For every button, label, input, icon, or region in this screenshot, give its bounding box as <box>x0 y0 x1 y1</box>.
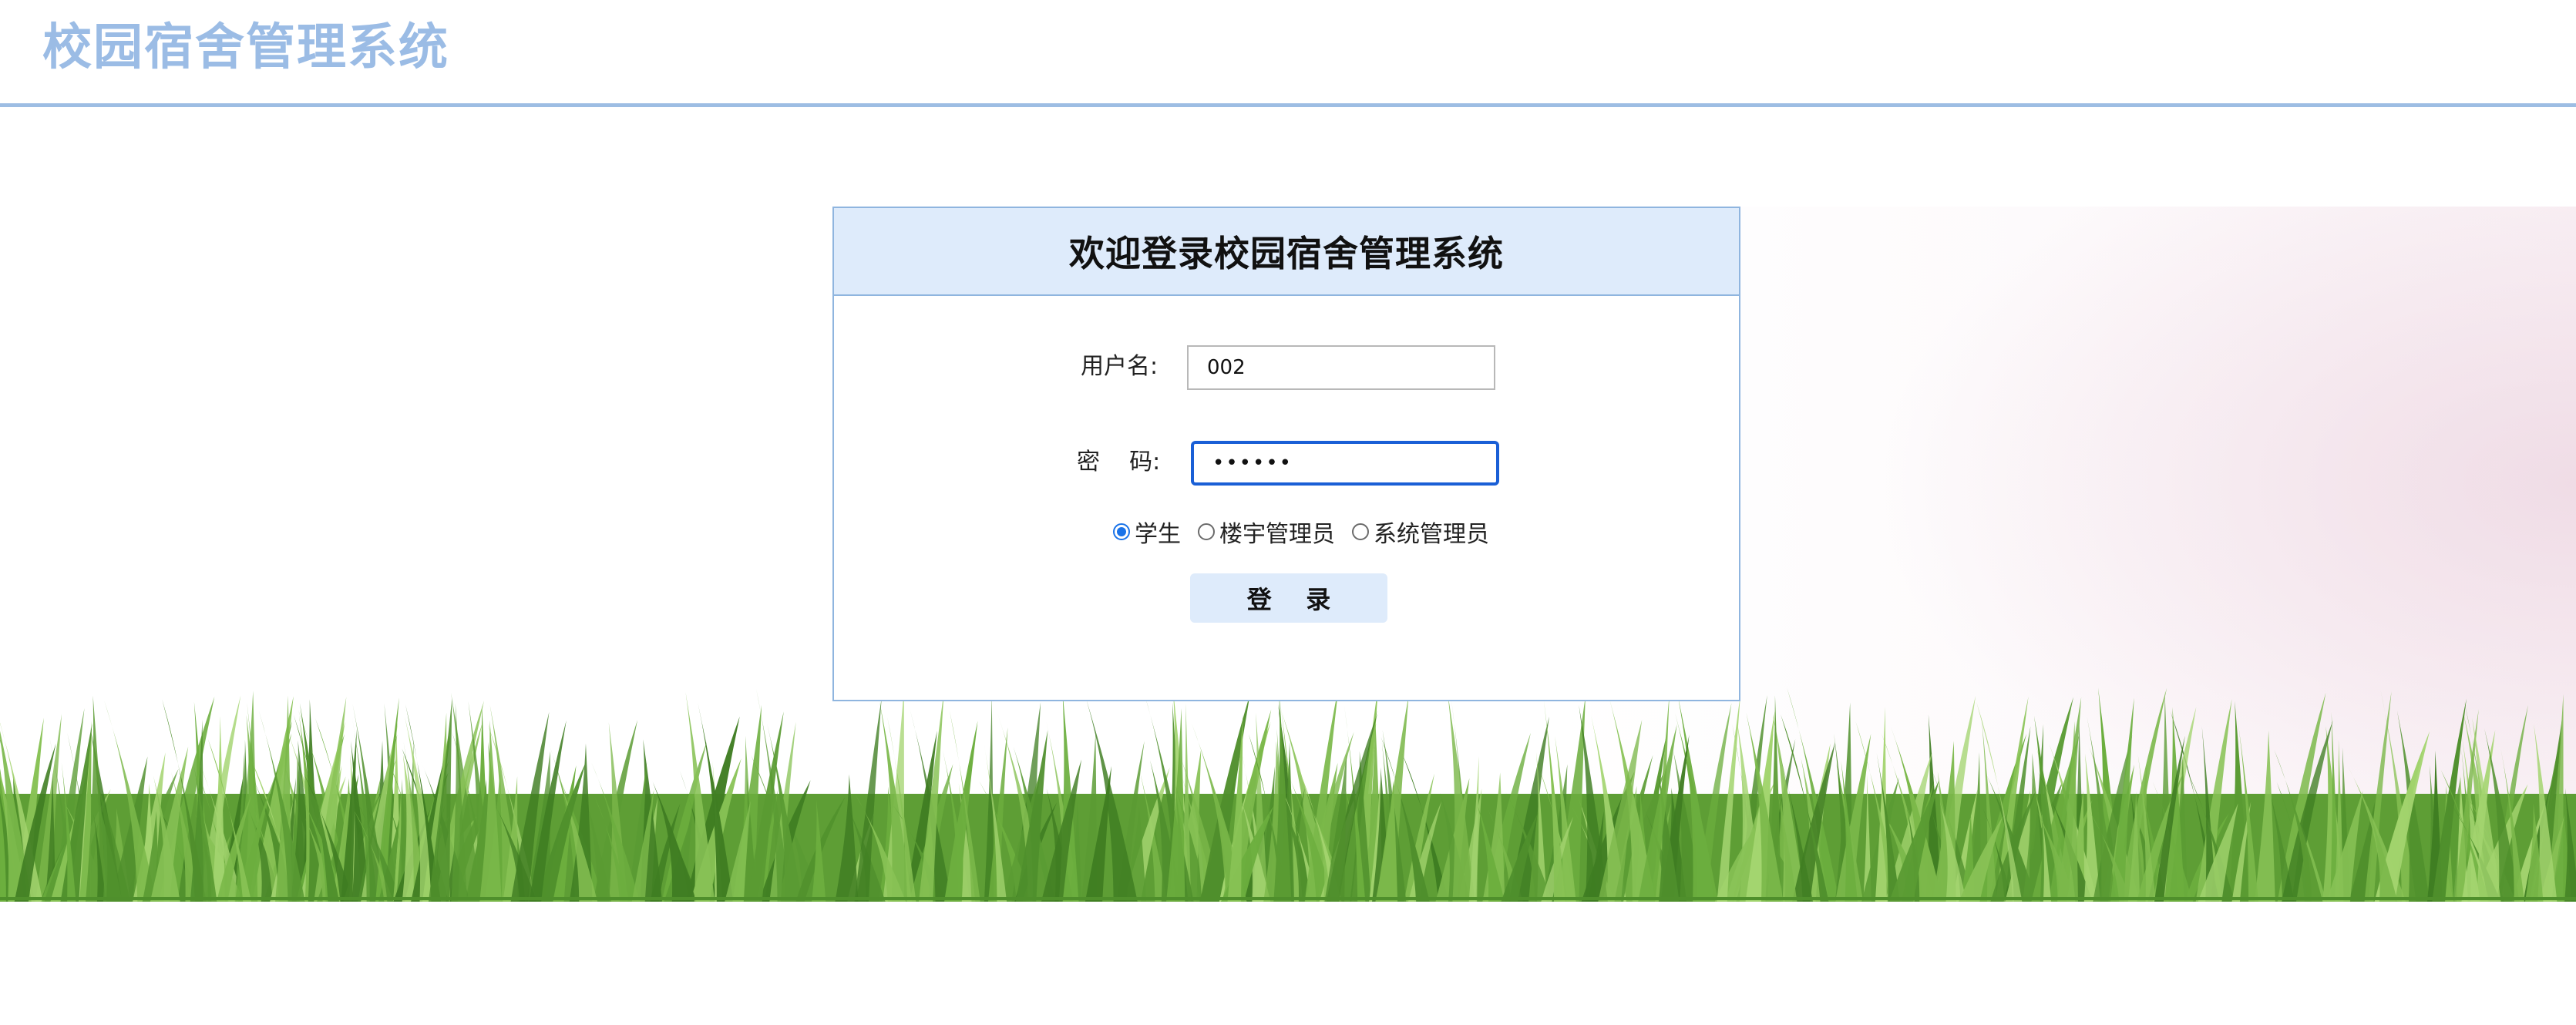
role-selector: 学生 楼宇管理员 系统管理员 <box>1113 515 1506 549</box>
grass-background-image <box>0 686 2576 902</box>
top-header: 校园宿舍管理系统 <box>0 0 2576 107</box>
login-button[interactable]: 登 录 <box>1190 573 1387 623</box>
role-option-system-admin[interactable]: 系统管理员 <box>1352 515 1489 549</box>
radio-system-admin[interactable] <box>1352 523 1369 540</box>
role-label-building-admin: 楼宇管理员 <box>1219 521 1335 548</box>
login-panel-header: 欢迎登录校园宿舍管理系统 <box>834 208 1739 296</box>
username-input[interactable] <box>1187 345 1495 390</box>
username-label: 用户名: <box>1081 353 1159 380</box>
radio-student[interactable] <box>1113 523 1130 540</box>
site-title: 校园宿舍管理系统 <box>42 19 449 76</box>
login-panel: 欢迎登录校园宿舍管理系统 用户名: 密 码: 学生 楼宇管理员 系统管理员 登 … <box>832 207 1740 701</box>
login-page: 校园宿舍管理系统 欢迎登录校园宿舍管理系统 用户名: 密 码: 学生 <box>0 0 2576 1025</box>
password-input[interactable] <box>1191 441 1499 486</box>
role-option-building-admin[interactable]: 楼宇管理员 <box>1198 515 1335 549</box>
role-label-system-admin: 系统管理员 <box>1374 521 1489 548</box>
login-panel-title: 欢迎登录校园宿舍管理系统 <box>1069 233 1504 274</box>
password-label: 密 码: <box>1077 449 1161 476</box>
ground-line <box>0 897 2576 900</box>
role-option-student[interactable]: 学生 <box>1113 515 1181 549</box>
role-label-student: 学生 <box>1135 521 1181 548</box>
radio-building-admin[interactable] <box>1198 523 1215 540</box>
